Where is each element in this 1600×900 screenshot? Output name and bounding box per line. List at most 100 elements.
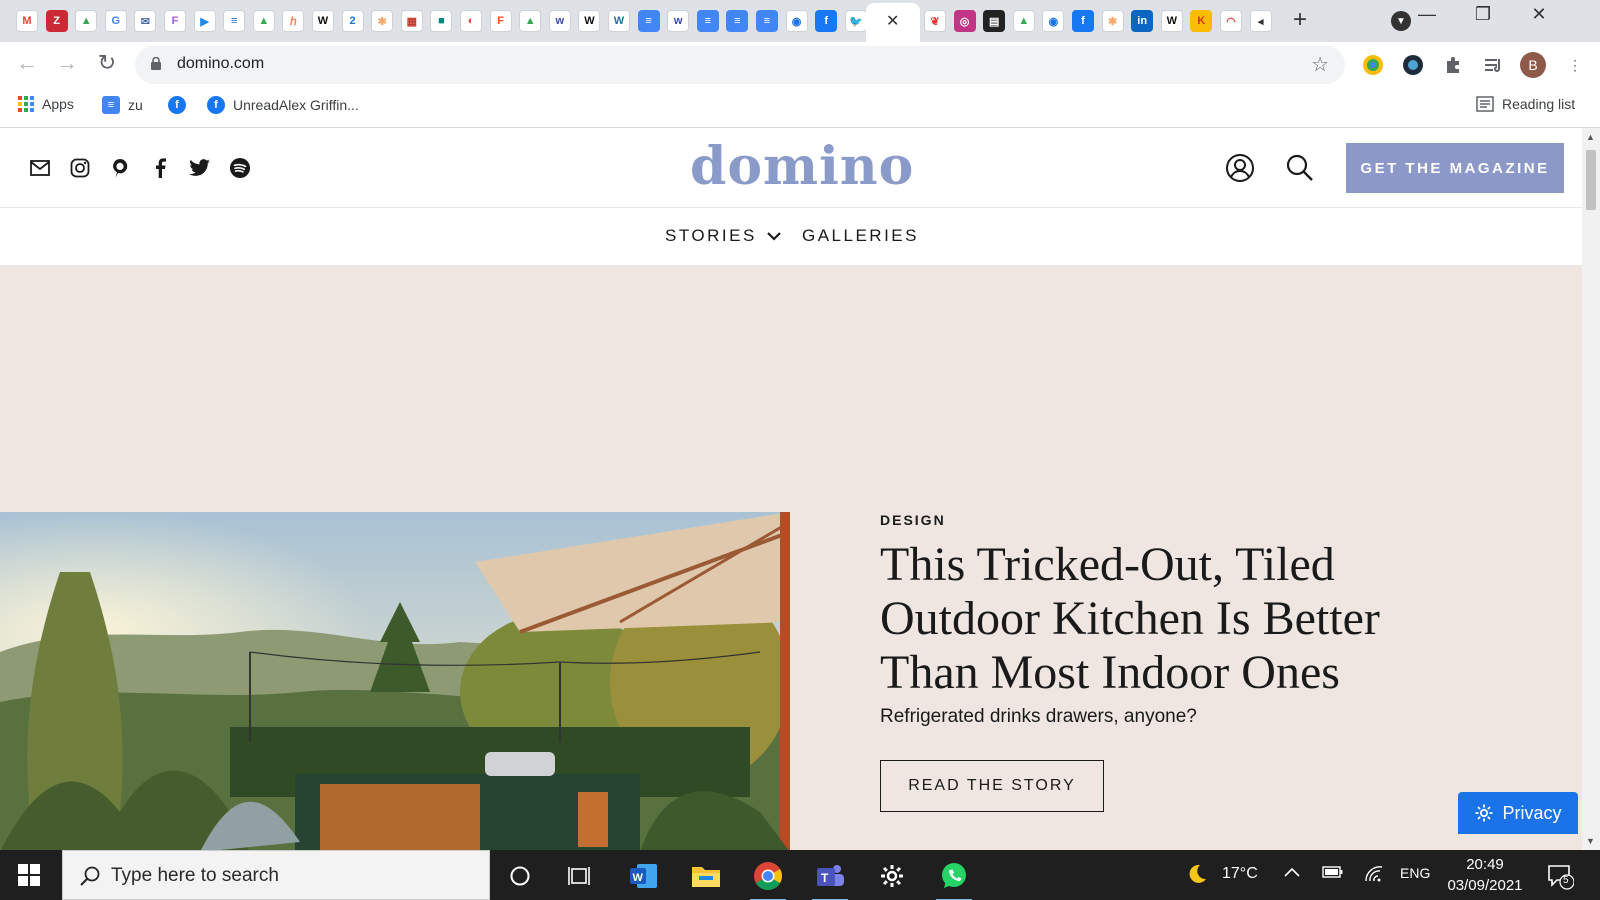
close-tab-icon[interactable]: ✕ [886, 11, 899, 31]
tab-rainbow-icon[interactable]: ◠ [1220, 10, 1242, 32]
teams-icon[interactable]: T [812, 858, 848, 900]
tab-wix-icon[interactable]: W [578, 10, 601, 32]
tab-video-icon[interactable]: ▶ [193, 10, 216, 32]
tab-docs-icon[interactable]: ≡ [756, 10, 778, 32]
system-clock[interactable]: 20:49 03/09/2021 [1440, 854, 1530, 896]
tab-mail-icon[interactable]: ✉ [134, 10, 157, 32]
active-tab[interactable]: ✕ [866, 3, 920, 42]
address-bar[interactable]: domino.com ☆ [135, 46, 1345, 84]
battery-icon[interactable] [1322, 865, 1344, 883]
page-scrollbar[interactable]: ▲ ▼ [1582, 128, 1600, 850]
tab-asterisk-icon[interactable]: ✱ [371, 10, 394, 32]
tab-docs-icon[interactable]: ≡ [726, 10, 749, 32]
word-icon[interactable]: W [626, 858, 662, 894]
cortana-icon[interactable] [502, 858, 538, 894]
email-icon[interactable] [28, 156, 52, 180]
temperature-text[interactable]: 17°C [1222, 865, 1258, 883]
settings-gear-icon[interactable] [874, 858, 910, 894]
tab-chat-icon[interactable]: ◐ [460, 10, 482, 32]
notifications-icon[interactable]: 5 [1546, 862, 1575, 890]
tab-circle-icon[interactable]: ◉ [785, 10, 808, 32]
tab-wix-icon[interactable]: W [312, 10, 334, 32]
url-text[interactable]: domino.com [177, 55, 264, 73]
tab-google-icon[interactable]: G [104, 10, 127, 32]
bookmark-facebook[interactable]: f [168, 96, 186, 114]
search-icon[interactable] [1284, 152, 1316, 184]
bookmark-unread[interactable]: f UnreadAlex Griffin... [207, 96, 359, 114]
tab-linkedin-icon[interactable]: in [1131, 10, 1154, 32]
reload-icon[interactable]: ↻ [92, 50, 122, 76]
tab-wave-icon[interactable]: w [667, 10, 690, 32]
tab-meet-icon[interactable]: ■ [430, 10, 453, 32]
minimize-icon[interactable]: — [1404, 4, 1450, 25]
tab-drive-icon[interactable]: ▲ [252, 10, 275, 32]
tab-asterisk-icon[interactable]: ✱ [1101, 10, 1124, 32]
tab-wordpress-icon[interactable]: W [608, 10, 630, 32]
scroll-up-icon[interactable]: ▲ [1586, 132, 1595, 142]
tab-keep-icon[interactable]: K [1190, 10, 1213, 32]
tab-audio-icon[interactable]: ◂ [1249, 10, 1272, 32]
hero-image[interactable] [0, 512, 790, 850]
tab-facebook-icon[interactable]: f [815, 10, 838, 32]
whatsapp-icon[interactable] [936, 858, 972, 900]
tab-circle-icon[interactable]: ◉ [1042, 10, 1065, 32]
tab-bow-icon[interactable]: ❦ [924, 10, 946, 32]
show-hidden-icons-icon[interactable] [1284, 865, 1300, 882]
bookmark-apps[interactable]: Apps [18, 96, 74, 112]
reading-list[interactable]: Reading list [1476, 96, 1575, 112]
privacy-button[interactable]: Privacy [1458, 792, 1578, 834]
media-controls-icon[interactable] [1480, 52, 1506, 78]
facebook-icon[interactable] [148, 156, 172, 180]
tab-drive-icon[interactable]: ▲ [519, 10, 542, 32]
get-magazine-button[interactable]: GET THE MAGAZINE [1346, 143, 1564, 193]
tab-stack-icon[interactable]: ≡ [223, 10, 246, 32]
forward-icon[interactable]: → [52, 50, 82, 76]
new-tab-icon[interactable]: + [1293, 6, 1307, 34]
close-window-icon[interactable]: ✕ [1516, 4, 1562, 25]
read-story-button[interactable]: READ THE STORY [880, 760, 1104, 812]
tab-figma-icon[interactable]: F [489, 10, 512, 32]
tab-drive-icon[interactable]: ▲ [1012, 10, 1035, 32]
nav-galleries[interactable]: GALLERIES [802, 226, 919, 246]
tab-calendar-icon[interactable]: 2 [341, 10, 364, 32]
bookmark-star-icon[interactable]: ☆ [1311, 52, 1329, 77]
bookmark-zu[interactable]: ≡ zu [102, 96, 143, 114]
tab-docs-icon[interactable]: ≡ [696, 10, 719, 32]
tab-planner-icon[interactable]: ▦ [400, 10, 423, 32]
task-view-icon[interactable] [562, 858, 598, 894]
tab-wave-icon[interactable]: w [548, 10, 571, 32]
profile-avatar[interactable]: B [1520, 52, 1546, 78]
weather-moon-icon[interactable] [1184, 862, 1208, 890]
article-headline[interactable]: This Tricked-Out, Tiled Outdoor Kitchen … [880, 538, 1400, 700]
tab-figma-icon[interactable]: F [164, 10, 186, 32]
scroll-down-icon[interactable]: ▼ [1586, 836, 1595, 846]
account-icon[interactable] [1224, 152, 1256, 184]
back-icon[interactable]: ← [12, 50, 42, 76]
tab-instagram-icon[interactable]: ◎ [953, 10, 976, 32]
chrome-icon[interactable] [750, 858, 786, 900]
restore-icon[interactable]: ❐ [1460, 4, 1506, 25]
start-button-icon[interactable] [18, 864, 40, 886]
file-explorer-icon[interactable] [688, 858, 724, 894]
nav-stories[interactable]: STORIES [665, 226, 781, 246]
instagram-icon[interactable] [68, 156, 92, 180]
tab-wikipedia-icon[interactable]: W [1160, 10, 1183, 32]
site-logo[interactable]: domino [690, 136, 914, 197]
article-category[interactable]: DESIGN [880, 512, 946, 528]
language-indicator[interactable]: ENG [1400, 865, 1430, 881]
wifi-icon[interactable] [1364, 865, 1384, 887]
tab-twitter-icon[interactable]: 🐦 [844, 10, 867, 32]
tab-film-icon[interactable]: ▤ [983, 10, 1006, 32]
pinterest-icon[interactable] [108, 156, 132, 180]
menu-kebab-icon[interactable]: ⋮ [1562, 52, 1588, 78]
tab-drive-icon[interactable]: ▲ [75, 10, 98, 32]
tab-hubspot-icon[interactable]: ℎ [282, 10, 305, 32]
spotify-icon[interactable] [228, 156, 252, 180]
taskbar-search-box[interactable]: Type here to search [62, 850, 490, 900]
tab-facebook-icon[interactable]: f [1072, 10, 1094, 32]
extension-colorful-icon[interactable] [1360, 52, 1386, 78]
twitter-icon[interactable] [188, 156, 212, 180]
tab-docs-icon[interactable]: ≡ [637, 10, 660, 32]
scrollbar-thumb[interactable] [1586, 150, 1596, 210]
tab-gmail-icon[interactable]: M [16, 10, 38, 32]
